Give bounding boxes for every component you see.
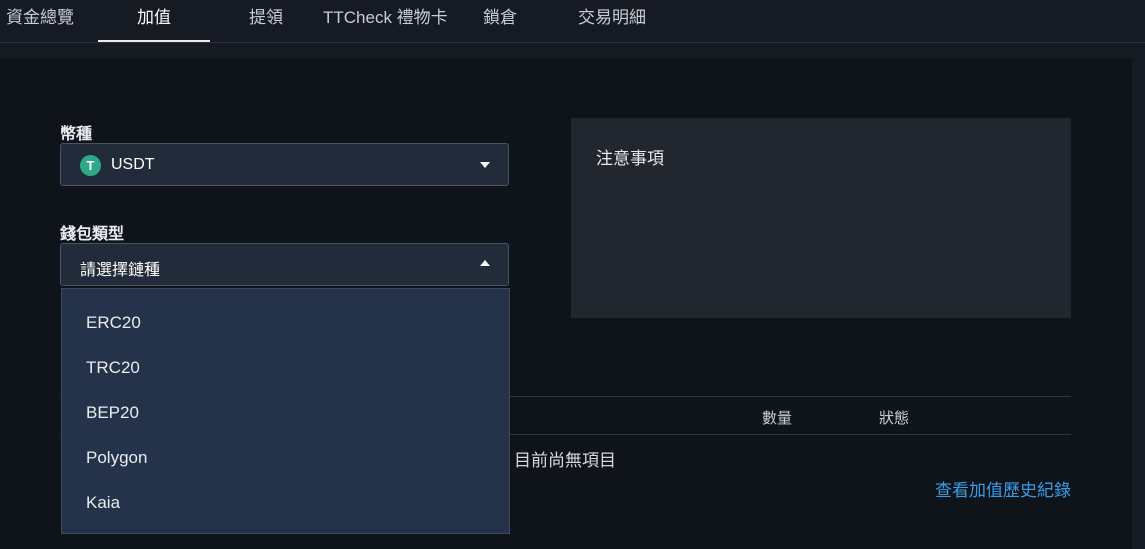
tab-transaction-details[interactable]: 交易明細 <box>578 0 646 42</box>
wallet-type-placeholder: 請選擇鏈種 <box>80 262 161 279</box>
notice-title: 注意事項 <box>596 149 664 168</box>
currency-value: USDT <box>111 156 155 173</box>
wallet-type-select[interactable]: 請選擇鏈種 <box>60 243 509 286</box>
chain-option-polygon[interactable]: Polygon <box>86 448 147 468</box>
notice-panel: 注意事項 <box>571 118 1071 318</box>
chain-dropdown-menu: ERC20 TRC20 BEP20 Polygon Kaia <box>61 288 510 534</box>
tab-withdraw[interactable]: 提領 <box>249 0 283 42</box>
wallet-type-label: 錢包類型 <box>60 226 125 243</box>
scrollbar[interactable] <box>1132 58 1145 549</box>
table-header-amount: 數量 <box>762 410 793 427</box>
tether-icon: T <box>80 155 101 176</box>
chain-option-trc20[interactable]: TRC20 <box>86 358 140 378</box>
chain-option-kaia[interactable]: Kaia <box>86 493 120 513</box>
chevron-down-icon <box>480 162 490 168</box>
tab-funds-overview[interactable]: 資金總覽 <box>6 0 74 42</box>
tab-lock[interactable]: 鎖倉 <box>483 0 517 42</box>
tab-deposit[interactable]: 加值 <box>98 0 210 42</box>
tab-ttcheck-gift-card[interactable]: TTCheck 禮物卡 <box>323 0 448 42</box>
table-header-status: 狀態 <box>879 410 910 427</box>
chain-option-erc20[interactable]: ERC20 <box>86 313 141 333</box>
top-tab-bar: 資金總覽 加值 提領 TTCheck 禮物卡 鎖倉 交易明細 <box>0 0 1145 43</box>
currency-label: 幣種 <box>60 126 93 143</box>
deposit-history-link[interactable]: 查看加值歷史紀錄 <box>935 476 1071 501</box>
chevron-up-icon <box>480 260 490 266</box>
currency-select[interactable]: T USDT <box>60 143 509 186</box>
table-empty-text: 目前尚無項目 <box>514 451 616 470</box>
chain-option-bep20[interactable]: BEP20 <box>86 403 139 423</box>
